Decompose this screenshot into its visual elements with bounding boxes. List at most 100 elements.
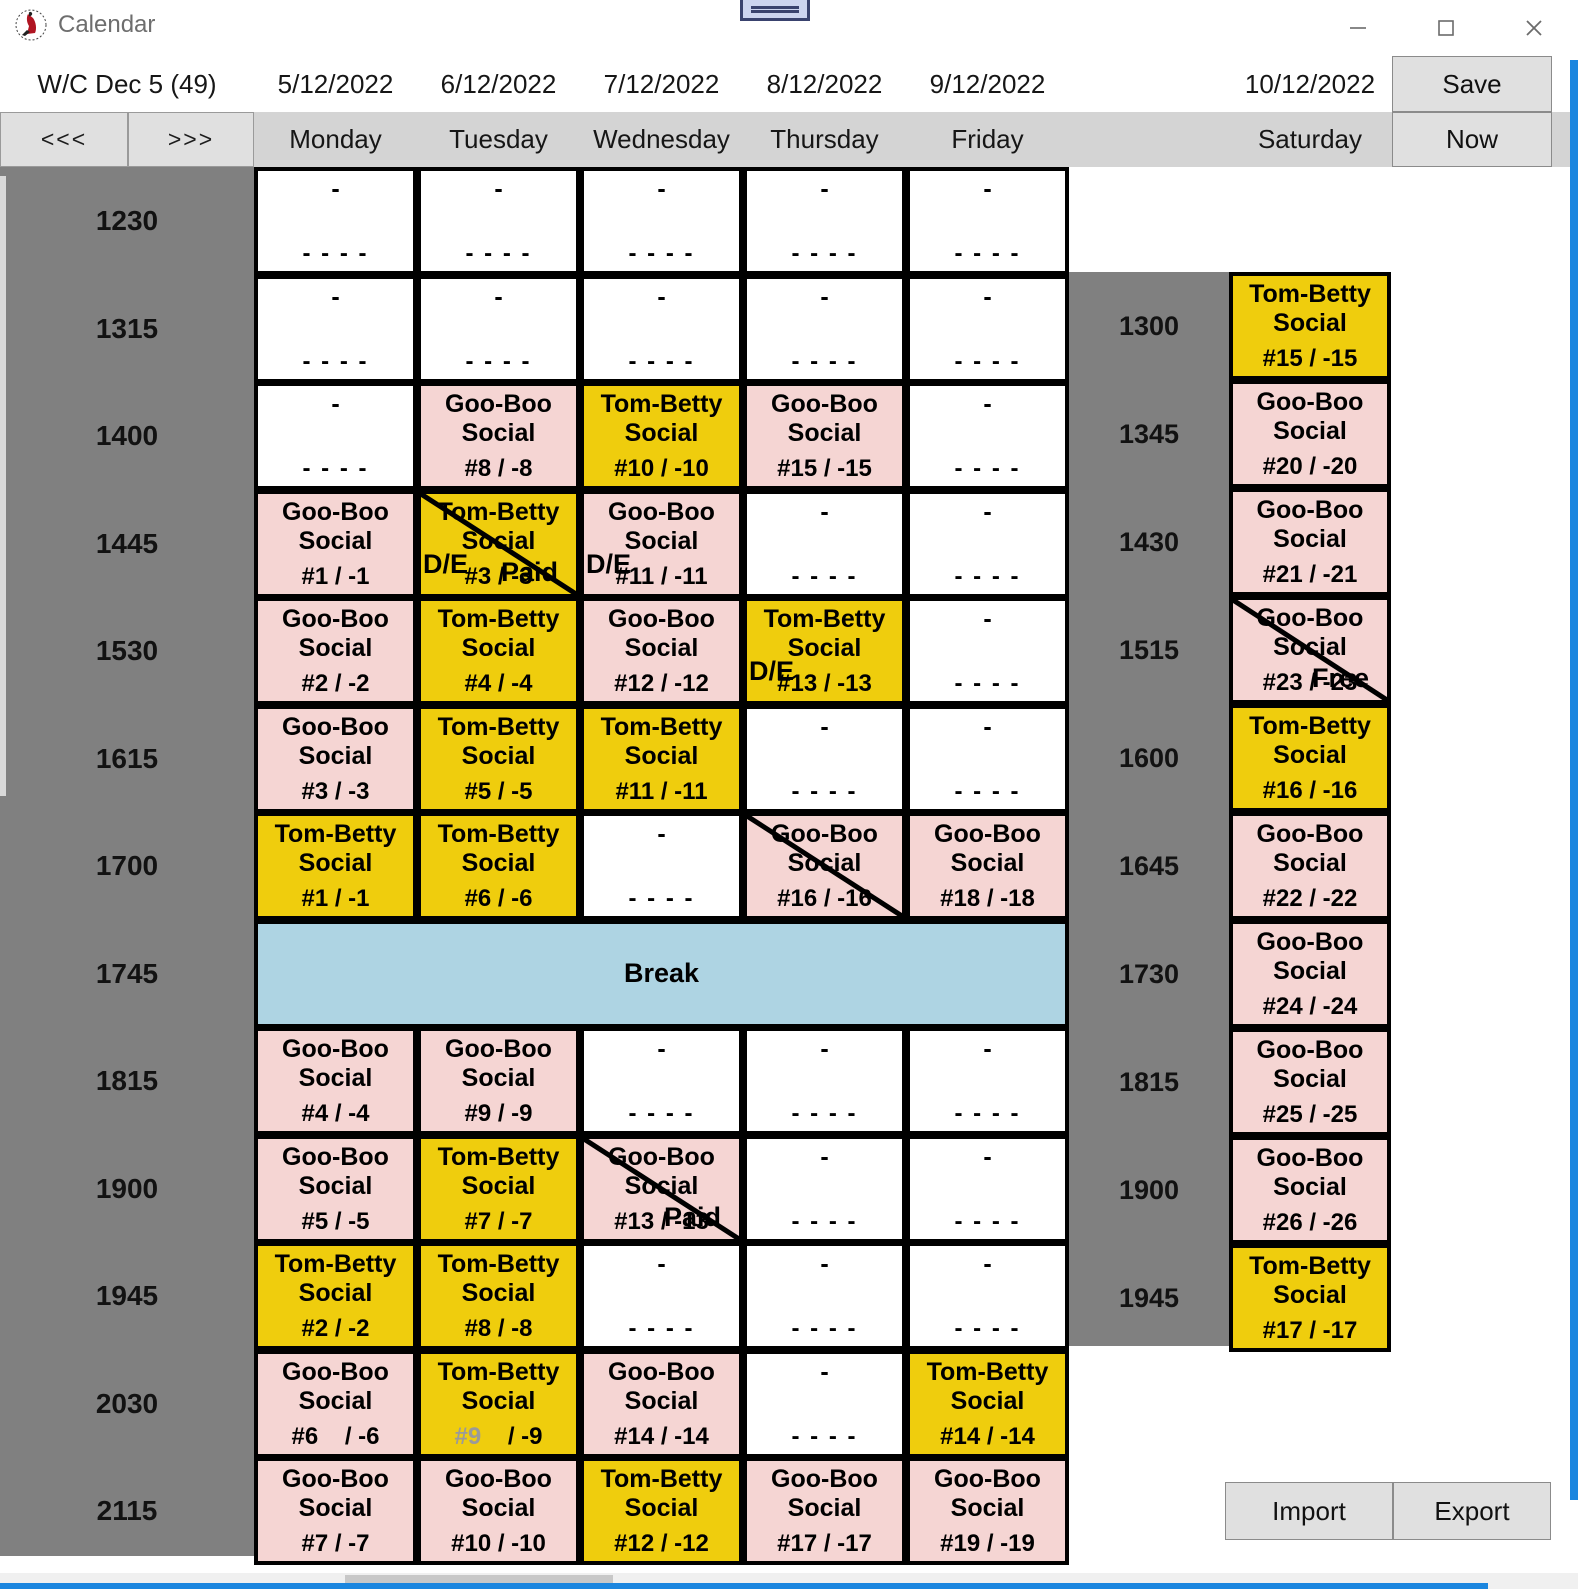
- cell-thursday-1230[interactable]: - - - - -: [743, 167, 906, 275]
- cell-thursday-1815[interactable]: - - - - -: [743, 1027, 906, 1135]
- cell-friday-2115[interactable]: Goo-Boo Social #19 / -19: [906, 1457, 1069, 1565]
- cell-monday-2030[interactable]: Goo-Boo Social #6 / -6: [254, 1350, 417, 1458]
- export-button[interactable]: Export: [1393, 1482, 1551, 1540]
- cell-tuesday-1315[interactable]: - - - - -: [417, 275, 580, 383]
- cell-friday-1900[interactable]: - - - - -: [906, 1135, 1069, 1243]
- cell-saturday-1300[interactable]: Tom-Betty Social #15 / -15: [1229, 272, 1391, 380]
- cell-tuesday-2030[interactable]: Tom-Betty Social #9 / -9: [417, 1350, 580, 1458]
- cell-friday-1815[interactable]: - - - - -: [906, 1027, 1069, 1135]
- cell-number: - - - -: [954, 348, 1021, 375]
- previous-week-button[interactable]: <<<: [0, 112, 128, 167]
- cell-friday-1615[interactable]: - - - - -: [906, 705, 1069, 813]
- cell-title: Goo-Boo Social: [608, 1358, 715, 1416]
- cell-tuesday-1445[interactable]: Tom-Betty Social #3 / -3 D/E Paid: [417, 490, 580, 598]
- cell-thursday-2030[interactable]: - - - - -: [743, 1350, 906, 1458]
- minimize-icon[interactable]: [1314, 0, 1402, 56]
- day-header-saturday: Saturday: [1257, 124, 1363, 154]
- window-drag-handle[interactable]: [740, 0, 810, 21]
- cell-saturday-1645[interactable]: Goo-Boo Social #22 / -22: [1229, 812, 1391, 920]
- save-button[interactable]: Save: [1392, 56, 1552, 112]
- cell-friday-2030[interactable]: Tom-Betty Social #14 / -14: [906, 1350, 1069, 1458]
- cell-tuesday-1530[interactable]: Tom-Betty Social #4 / -4: [417, 597, 580, 705]
- cell-friday-1445[interactable]: - - - - -: [906, 490, 1069, 598]
- cell-saturday-1730[interactable]: Goo-Boo Social #24 / -24: [1229, 920, 1391, 1028]
- cell-title: Goo-Boo Social: [1256, 496, 1364, 554]
- cell-tuesday-1400[interactable]: Goo-Boo Social #8 / -8: [417, 382, 580, 490]
- cell-wednesday-1445[interactable]: Goo-Boo Social #11 / -11 D/E: [580, 490, 743, 598]
- cell-tuesday-1945[interactable]: Tom-Betty Social #8 / -8: [417, 1242, 580, 1350]
- cell-saturday-1900[interactable]: Goo-Boo Social #26 / -26: [1229, 1136, 1391, 1244]
- cell-monday-1815[interactable]: Goo-Boo Social #4 / -4: [254, 1027, 417, 1135]
- cell-title: Tom-Betty Social: [1249, 1252, 1371, 1310]
- cell-friday-1530[interactable]: - - - - -: [906, 597, 1069, 705]
- cell-number: #25 / -25: [1262, 1101, 1358, 1128]
- cell-tag-de: D/E: [423, 549, 469, 579]
- cell-monday-1315[interactable]: - - - - -: [254, 275, 417, 383]
- cell-monday-1230[interactable]: - - - - -: [254, 167, 417, 275]
- cell-wednesday-1700[interactable]: - - - - -: [580, 812, 743, 920]
- cell-monday-1945[interactable]: Tom-Betty Social #2 / -2: [254, 1242, 417, 1350]
- cell-saturday-1600[interactable]: Tom-Betty Social #16 / -16: [1229, 704, 1391, 812]
- cell-wednesday-2030[interactable]: Goo-Boo Social #14 / -14: [580, 1350, 743, 1458]
- cell-saturday-1345[interactable]: Goo-Boo Social #20 / -20: [1229, 380, 1391, 488]
- cell-friday-1945[interactable]: - - - - -: [906, 1242, 1069, 1350]
- cell-saturday-1945[interactable]: Tom-Betty Social #17 / -17: [1229, 1244, 1391, 1352]
- cell-tag-status: Paid: [500, 557, 558, 587]
- cell-wednesday-1900[interactable]: Goo-Boo Social #13 / -13 Paid: [580, 1135, 743, 1243]
- now-button[interactable]: Now: [1392, 112, 1552, 167]
- cell-monday-1900[interactable]: Goo-Boo Social #5 / -5: [254, 1135, 417, 1243]
- horizontal-scrollbar[interactable]: [0, 1573, 1578, 1589]
- vertical-scrollbar[interactable]: [1570, 60, 1578, 1500]
- cell-tuesday-1230[interactable]: - - - - -: [417, 167, 580, 275]
- cell-wednesday-1815[interactable]: - - - - -: [580, 1027, 743, 1135]
- cell-title: Tom-Betty Social: [437, 605, 560, 663]
- cell-friday-1700[interactable]: Goo-Boo Social #18 / -18: [906, 812, 1069, 920]
- cell-number: #7 / -7: [464, 1208, 533, 1235]
- cell-monday-1445[interactable]: Goo-Boo Social #1 / -1: [254, 490, 417, 598]
- cell-thursday-1900[interactable]: - - - - -: [743, 1135, 906, 1243]
- cell-wednesday-1530[interactable]: Goo-Boo Social #12 / -12: [580, 597, 743, 705]
- cell-wednesday-1400[interactable]: Tom-Betty Social #10 / -10: [580, 382, 743, 490]
- cell-wednesday-1945[interactable]: - - - - -: [580, 1242, 743, 1350]
- cell-monday-1530[interactable]: Goo-Boo Social #2 / -2: [254, 597, 417, 705]
- cell-number: #17 / -17: [1262, 1317, 1358, 1344]
- cell-tuesday-1615[interactable]: Tom-Betty Social #5 / -5: [417, 705, 580, 813]
- cell-wednesday-2115[interactable]: Tom-Betty Social #12 / -12: [580, 1457, 743, 1565]
- cell-monday-2115[interactable]: Goo-Boo Social #7 / -7: [254, 1457, 417, 1565]
- cell-tuesday-1815[interactable]: Goo-Boo Social #9 / -9: [417, 1027, 580, 1135]
- next-week-button[interactable]: >>>: [128, 112, 254, 167]
- cell-saturday-1815[interactable]: Goo-Boo Social #25 / -25: [1229, 1028, 1391, 1136]
- cell-thursday-1445[interactable]: - - - - -: [743, 490, 906, 598]
- cell-title: -: [820, 1250, 829, 1278]
- cell-thursday-1315[interactable]: - - - - -: [743, 275, 906, 383]
- close-icon[interactable]: [1490, 0, 1578, 56]
- date-header-tuesday: 6/12/2022: [440, 68, 557, 99]
- cell-saturday-1430[interactable]: Goo-Boo Social #21 / -21: [1229, 488, 1391, 596]
- cell-thursday-1400[interactable]: Goo-Boo Social #15 / -15: [743, 382, 906, 490]
- cell-title: Tom-Betty Social: [274, 1250, 397, 1308]
- cell-saturday-1515[interactable]: Goo-Boo Social #23 / -23 Free: [1229, 596, 1391, 704]
- left-scroll-indicator[interactable]: [0, 176, 6, 796]
- weekday-time-gutter: 1230 1315 1400 1445 1530 1615 1700 1745 1815 1900…: [0, 167, 254, 1556]
- cell-friday-1400[interactable]: - - - - -: [906, 382, 1069, 490]
- cell-wednesday-1315[interactable]: - - - - -: [580, 275, 743, 383]
- cell-thursday-1945[interactable]: - - - - -: [743, 1242, 906, 1350]
- break-row[interactable]: Break: [254, 920, 1069, 1028]
- cell-monday-1615[interactable]: Goo-Boo Social #3 / -3: [254, 705, 417, 813]
- cell-tuesday-1900[interactable]: Tom-Betty Social #7 / -7: [417, 1135, 580, 1243]
- cell-thursday-1615[interactable]: - - - - -: [743, 705, 906, 813]
- maximize-icon[interactable]: [1402, 0, 1490, 56]
- cell-monday-1400[interactable]: - - - - -: [254, 382, 417, 490]
- cell-tuesday-2115[interactable]: Goo-Boo Social #10 / -10: [417, 1457, 580, 1565]
- cell-thursday-2115[interactable]: Goo-Boo Social #17 / -17: [743, 1457, 906, 1565]
- cell-friday-1230[interactable]: - - - - -: [906, 167, 1069, 275]
- cell-thursday-1700[interactable]: Goo-Boo Social #16 / -16: [743, 812, 906, 920]
- import-button[interactable]: Import: [1225, 1482, 1393, 1540]
- cell-monday-1700[interactable]: Tom-Betty Social #1 / -1: [254, 812, 417, 920]
- cell-number: #8 / -8: [464, 1315, 533, 1342]
- cell-tuesday-1700[interactable]: Tom-Betty Social #6 / -6: [417, 812, 580, 920]
- cell-thursday-1530[interactable]: Tom-Betty Social #13 / -13 D/E: [743, 597, 906, 705]
- cell-wednesday-1615[interactable]: Tom-Betty Social #11 / -11: [580, 705, 743, 813]
- cell-wednesday-1230[interactable]: - - - - -: [580, 167, 743, 275]
- cell-friday-1315[interactable]: - - - - -: [906, 275, 1069, 383]
